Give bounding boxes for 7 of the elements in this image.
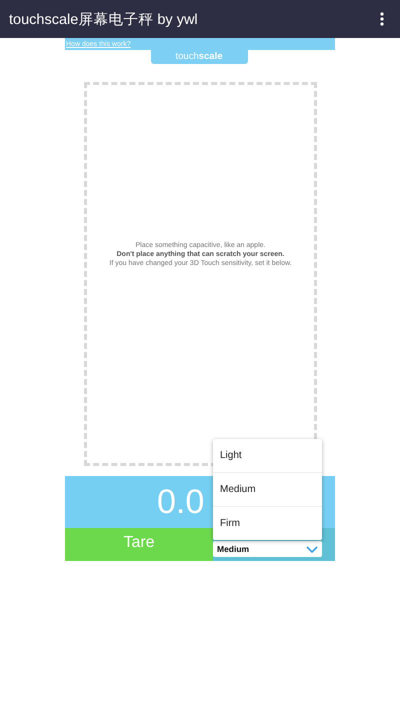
menu-option[interactable]: Medium bbox=[213, 472, 322, 506]
menu-option[interactable]: Firm bbox=[213, 506, 322, 540]
more-options-icon[interactable] bbox=[380, 12, 384, 26]
sensitivity-select[interactable]: Medium bbox=[213, 541, 322, 557]
app-title: touchscale屏幕电子秤 by ywl bbox=[9, 10, 198, 28]
weight-reading: 0.0 bbox=[157, 482, 204, 522]
chevron-down-icon bbox=[306, 546, 318, 552]
